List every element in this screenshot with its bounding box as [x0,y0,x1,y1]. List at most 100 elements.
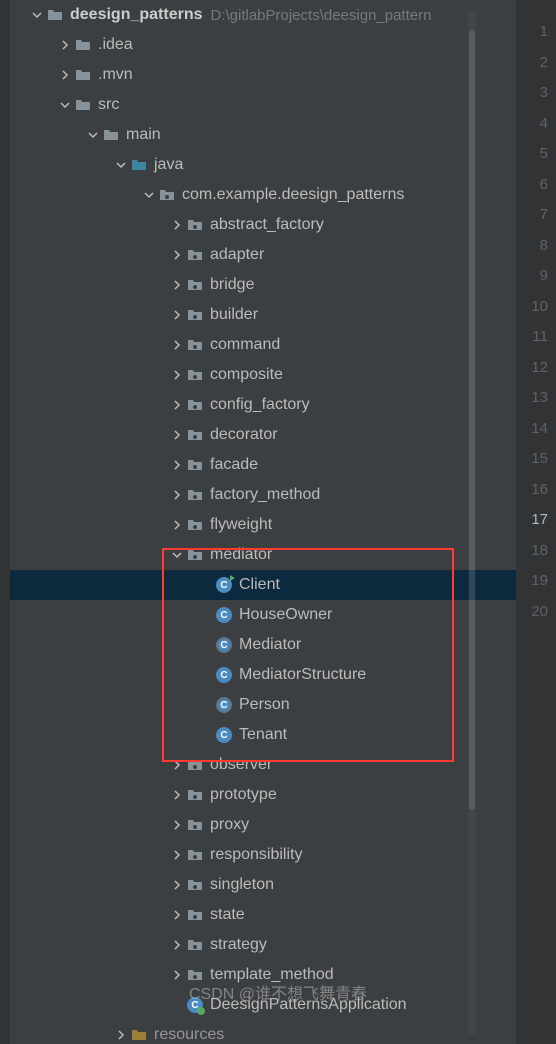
folder-icon [74,36,92,54]
tree-item-mediator[interactable]: mediator [10,540,516,570]
scrollbar-thumb[interactable] [469,30,475,810]
package-icon [186,276,204,294]
tree-item-command[interactable]: command [10,330,516,360]
line-number: 3 [516,78,556,109]
package-icon [186,366,204,384]
chevron-right-icon[interactable] [170,848,184,862]
tree-item-main[interactable]: main [10,120,516,150]
tree-item-factory-method[interactable]: factory_method [10,480,516,510]
chevron-right-icon[interactable] [170,758,184,772]
chevron-down-icon[interactable] [86,128,100,142]
chevron-right-icon[interactable] [114,1028,128,1042]
package-icon [186,306,204,324]
tree-item-mediator-class[interactable]: C Mediator [10,630,516,660]
line-number: 11 [516,322,556,353]
watermark: CSDN @谁不想飞舞青春 [189,980,367,1004]
chevron-right-icon[interactable] [170,368,184,382]
class-icon: C [215,726,233,744]
line-number: 14 [516,414,556,445]
line-number: 19 [516,566,556,597]
chevron-right-icon[interactable] [170,248,184,262]
abstract-class-icon: C [215,696,233,714]
chevron-down-icon[interactable] [142,188,156,202]
chevron-right-icon[interactable] [170,458,184,472]
chevron-right-icon[interactable] [170,488,184,502]
chevron-right-icon[interactable] [170,398,184,412]
tree-item-facade[interactable]: facade [10,450,516,480]
package-icon [186,426,204,444]
tree-item-singleton[interactable]: singleton [10,870,516,900]
chevron-right-icon[interactable] [170,908,184,922]
tree-item-config-factory[interactable]: config_factory [10,390,516,420]
tree-item-resources[interactable]: resources [10,1020,516,1044]
chevron-right-icon[interactable] [58,68,72,82]
tree-item-abstract-factory[interactable]: abstract_factory [10,210,516,240]
tree-item-bridge[interactable]: bridge [10,270,516,300]
tree-item-adapter[interactable]: adapter [10,240,516,270]
chevron-right-icon[interactable] [170,878,184,892]
scrollbar[interactable] [468,10,476,1034]
tree-label: factory_method [210,486,320,504]
tree-label: com.example.deesign_patterns [182,186,404,204]
class-runnable-icon: C [215,576,233,594]
tree-label: command [210,336,280,354]
tree-label: decorator [210,426,278,444]
editor-line-gutter: 1 2 3 4 5 6 7 8 9 10 11 12 13 14 15 16 1… [516,0,556,1044]
chevron-right-icon[interactable] [170,218,184,232]
tree-label: main [126,126,161,144]
tree-item-mediatorstructure[interactable]: C MediatorStructure [10,660,516,690]
tree-item-strategy[interactable]: strategy [10,930,516,960]
tree-item-client[interactable]: C Client [10,570,516,600]
package-icon [186,906,204,924]
tree-item-idea[interactable]: .idea [10,30,516,60]
package-icon [186,846,204,864]
package-icon [186,456,204,474]
tree-item-tenant[interactable]: C Tenant [10,720,516,750]
tree-item-proxy[interactable]: proxy [10,810,516,840]
line-number: 8 [516,231,556,262]
class-icon: C [215,606,233,624]
chevron-right-icon[interactable] [170,938,184,952]
tree-item-java[interactable]: java [10,150,516,180]
chevron-right-icon[interactable] [170,788,184,802]
package-icon [186,816,204,834]
tree-item-src[interactable]: src [10,90,516,120]
package-icon [186,336,204,354]
package-icon [186,756,204,774]
chevron-down-icon[interactable] [58,98,72,112]
line-number: 5 [516,139,556,170]
chevron-right-icon[interactable] [170,968,184,982]
tree-item-project-root[interactable]: deesign_patterns D:\gitlabProjects\deesi… [10,0,516,30]
tree-item-composite[interactable]: composite [10,360,516,390]
line-number: 2 [516,48,556,79]
chevron-right-icon[interactable] [170,308,184,322]
chevron-down-icon[interactable] [170,548,184,562]
tree-item-flyweight[interactable]: flyweight [10,510,516,540]
tree-item-prototype[interactable]: prototype [10,780,516,810]
tree-item-houseowner[interactable]: C HouseOwner [10,600,516,630]
tree-item-responsibility[interactable]: responsibility [10,840,516,870]
chevron-right-icon[interactable] [170,518,184,532]
line-number: 7 [516,200,556,231]
tree-item-person[interactable]: C Person [10,690,516,720]
tree-label: Person [239,696,290,714]
chevron-right-icon[interactable] [170,428,184,442]
tree-item-state[interactable]: state [10,900,516,930]
chevron-right-icon[interactable] [170,278,184,292]
chevron-down-icon[interactable] [30,8,44,22]
tree-label: .mvn [98,66,133,84]
chevron-down-icon[interactable] [114,158,128,172]
tree-item-mvn[interactable]: .mvn [10,60,516,90]
tree-label: composite [210,366,283,384]
tree-item-decorator[interactable]: decorator [10,420,516,450]
tree-item-package[interactable]: com.example.deesign_patterns [10,180,516,210]
chevron-right-icon[interactable] [170,818,184,832]
package-icon [186,876,204,894]
folder-icon [46,6,64,24]
tree-label: singleton [210,876,274,894]
chevron-right-icon[interactable] [170,338,184,352]
chevron-right-icon[interactable] [58,38,72,52]
line-number-active: 17 [516,505,556,536]
tree-item-builder[interactable]: builder [10,300,516,330]
tree-item-observer[interactable]: observer [10,750,516,780]
